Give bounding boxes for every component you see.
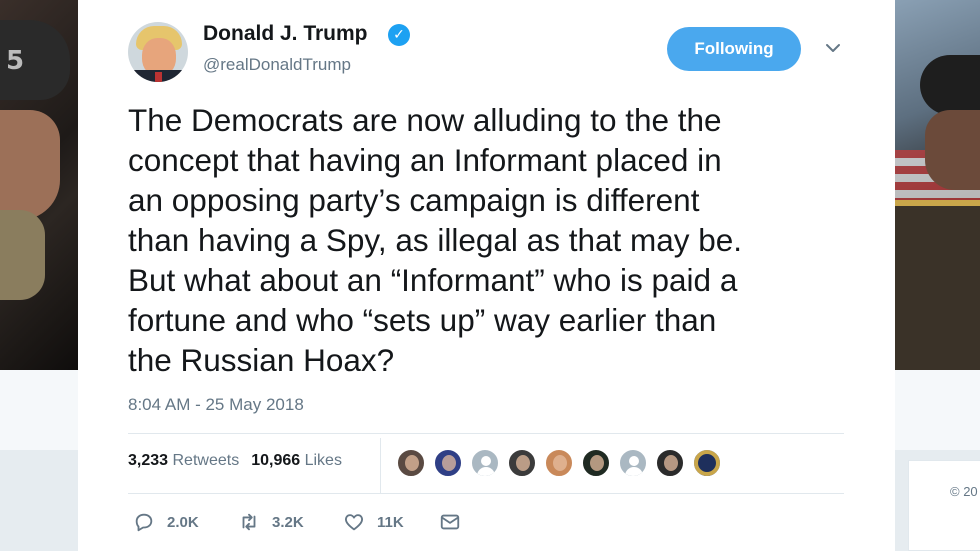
tweet-stats: 3,233 Retweets 10,966 Likes — [128, 452, 342, 470]
stats-separator — [380, 438, 381, 494]
background-photo-right — [895, 0, 980, 370]
reply-count: 2.0K — [167, 513, 199, 531]
helmet-number: 5 — [6, 46, 25, 76]
seal-avatar[interactable] — [692, 448, 722, 478]
stats-divider-bottom — [128, 493, 844, 494]
tweet-text-line: The Democrats are now alluding to the th… — [128, 102, 722, 138]
default-avatar[interactable] — [470, 448, 500, 478]
background-copyright: © 20 — [950, 484, 978, 499]
tweet-text-line: But what about an “Informant” who is pai… — [128, 262, 738, 298]
heart-icon — [345, 514, 363, 531]
default-avatar[interactable] — [618, 448, 648, 478]
user-avatar-6[interactable] — [581, 448, 611, 478]
tweet-text-line: the Russian Hoax? — [128, 342, 395, 378]
likes-stat[interactable]: 10,966 Likes — [251, 452, 342, 469]
chevron-down-icon[interactable] — [823, 38, 843, 58]
tweet-text-line: fortune and who “sets up” way earlier th… — [128, 302, 717, 338]
tweet-text-line: an opposing party’s campaign is differen… — [128, 182, 700, 218]
following-button[interactable]: Following — [667, 27, 801, 71]
reply-button[interactable]: 2.0K — [133, 508, 199, 536]
tweet-text: The Democrats are now alluding to the th… — [128, 100, 868, 380]
user-avatar-5[interactable] — [544, 448, 574, 478]
reply-icon — [135, 513, 153, 532]
author-handle[interactable]: @realDonaldTrump — [203, 55, 351, 75]
envelope-icon — [440, 514, 460, 530]
retweet-button[interactable]: 3.2K — [238, 508, 304, 536]
tweet-text-line: than having a Spy, as illegal as that ma… — [128, 222, 743, 258]
user-avatar-2[interactable] — [433, 448, 463, 478]
retweets-count: 3,233 — [128, 452, 169, 469]
stats-divider-top — [128, 433, 844, 434]
tweet-text-line: concept that having an Informant placed … — [128, 142, 722, 178]
like-count: 11K — [377, 513, 404, 531]
firefighter-face-right — [925, 110, 980, 190]
firefighter-helmet-right — [920, 55, 980, 115]
user-avatar-1[interactable] — [396, 448, 426, 478]
retweet-count: 3.2K — [272, 513, 304, 531]
firefighter-face — [0, 110, 60, 220]
firefighter-helmet: 5 — [0, 20, 70, 100]
author-name[interactable]: Donald J. Trump — [203, 22, 368, 46]
likes-label: Likes — [304, 452, 342, 469]
retweet-icon — [242, 513, 256, 531]
tweet-timestamp[interactable]: 8:04 AM - 25 May 2018 — [128, 395, 304, 415]
likes-count: 10,966 — [251, 452, 301, 469]
retweets-label: Retweets — [172, 452, 240, 469]
firefighter-glove — [0, 210, 45, 300]
firefighter-coat — [895, 200, 980, 370]
like-button[interactable]: 11K — [343, 508, 404, 536]
direct-message-button[interactable] — [439, 508, 461, 536]
background-photo-left: 5 — [0, 0, 78, 370]
background-sidebar-card — [908, 460, 980, 551]
verified-badge-icon: ✓ — [388, 24, 410, 46]
tweet-card: Donald J. Trump ✓ @realDonaldTrump Follo… — [78, 0, 895, 551]
user-avatar-8[interactable] — [655, 448, 685, 478]
user-avatar-4[interactable] — [507, 448, 537, 478]
retweets-stat[interactable]: 3,233 Retweets — [128, 452, 239, 469]
author-avatar[interactable] — [128, 22, 188, 82]
